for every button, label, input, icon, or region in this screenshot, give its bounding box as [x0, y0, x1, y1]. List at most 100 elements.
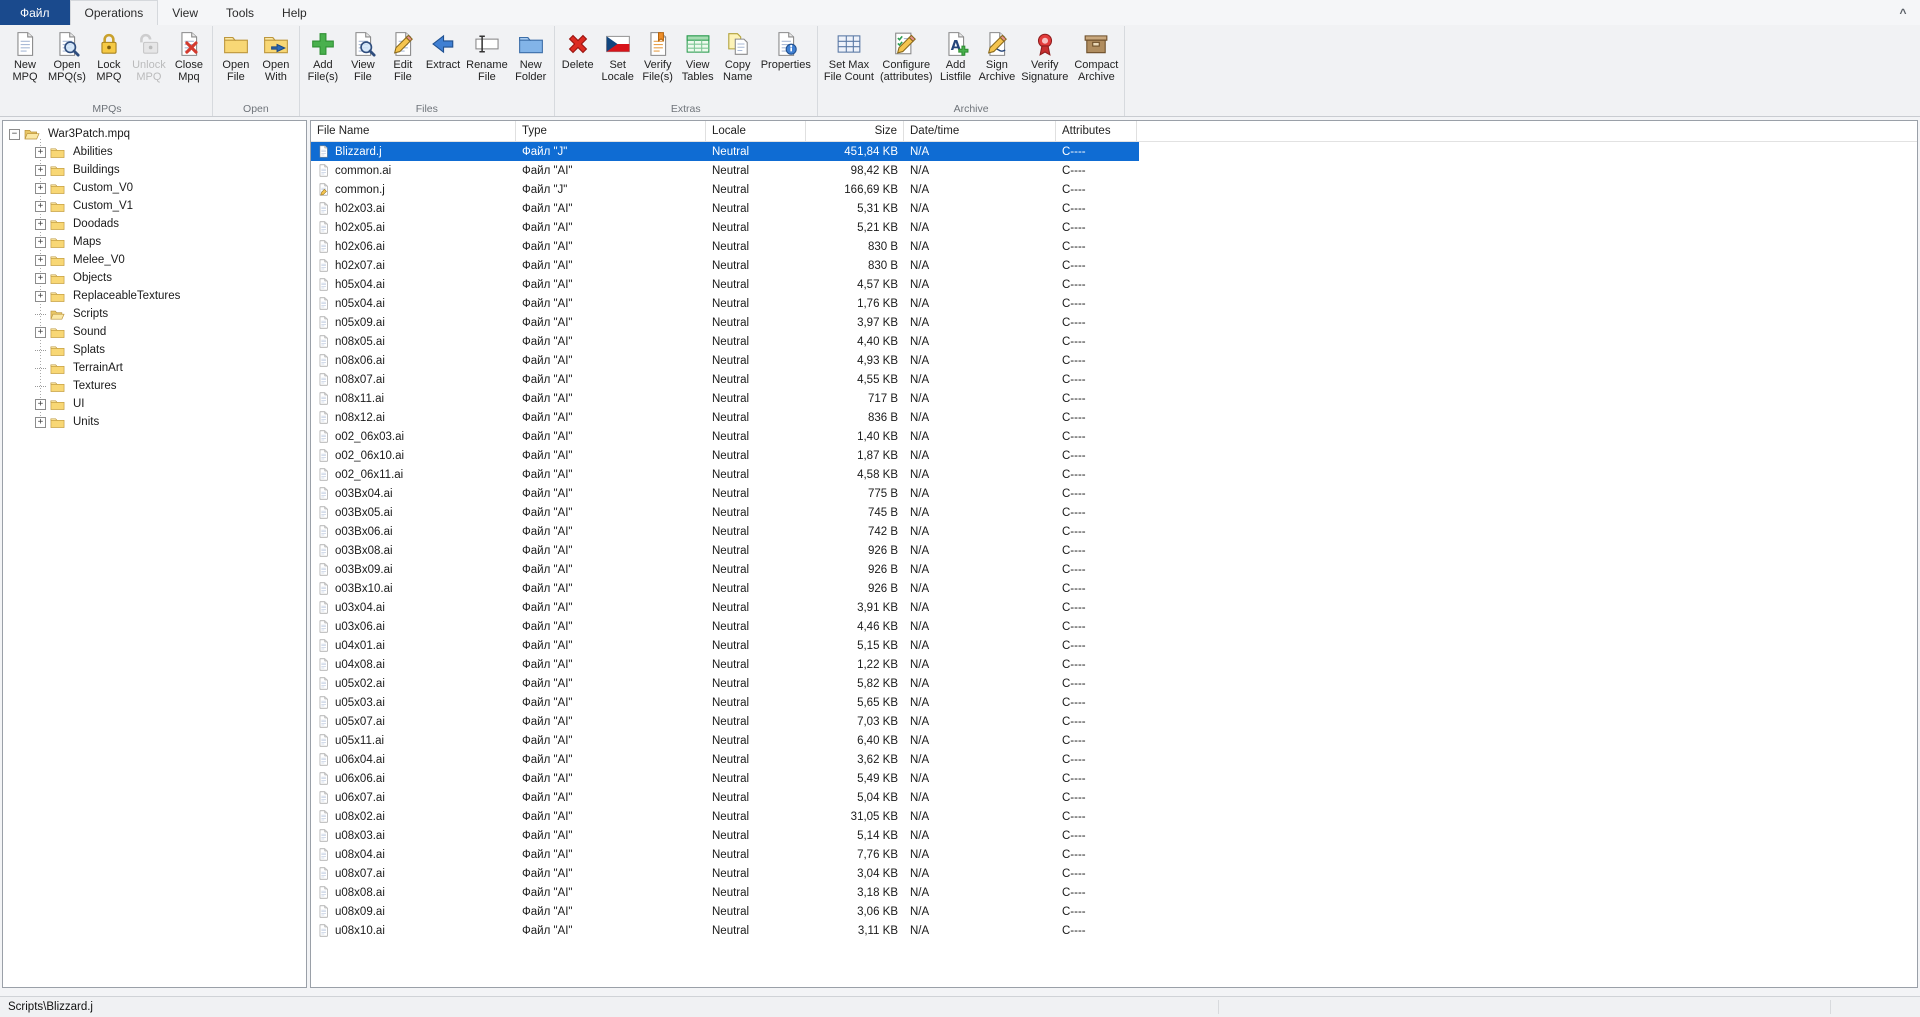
lock-button[interactable]: Lock MPQ	[89, 28, 129, 85]
tab-help[interactable]: Help	[268, 0, 321, 25]
configure-button[interactable]: Configure (attributes)	[877, 28, 936, 85]
file-row-n08x12-ai[interactable]: n08x12.ai Файл "AI" Neutral 836 B N/A C----	[311, 408, 1139, 427]
tree-item-war3patch-mpq[interactable]: − War3Patch.mpq	[9, 125, 306, 143]
compact-archive-button[interactable]: Compact Archive	[1071, 28, 1121, 85]
file-row-u08x09-ai[interactable]: u08x09.ai Файл "AI" Neutral 3,06 KB N/A C----	[311, 902, 1139, 921]
tree-item-custom-v0[interactable]: + Custom_V0	[9, 179, 306, 197]
file-row-u08x10-ai[interactable]: u08x10.ai Файл "AI" Neutral 3,11 KB N/A C----	[311, 921, 1139, 940]
file-row-h02x05-ai[interactable]: h02x05.ai Файл "AI" Neutral 5,21 KB N/A C----	[311, 218, 1139, 237]
properties-button[interactable]: Properties	[758, 28, 814, 74]
tree-item-replaceabletextures[interactable]: + ReplaceableTextures	[9, 287, 306, 305]
file-row-o03bx09-ai[interactable]: o03Bx09.ai Файл "AI" Neutral 926 B N/A C----	[311, 560, 1139, 579]
file-row-u05x03-ai[interactable]: u05x03.ai Файл "AI" Neutral 5,65 KB N/A C----	[311, 693, 1139, 712]
tree-item-custom-v1[interactable]: + Custom_V1	[9, 197, 306, 215]
file-row-n08x05-ai[interactable]: n08x05.ai Файл "AI" Neutral 4,40 KB N/A C----	[311, 332, 1139, 351]
open-with-button[interactable]: Open With	[256, 28, 296, 85]
file-row-o02-06x11-ai[interactable]: o02_06x11.ai Файл "AI" Neutral 4,58 KB N/A C-…	[311, 465, 1139, 484]
file-row-u06x06-ai[interactable]: u06x06.ai Файл "AI" Neutral 5,49 KB N/A C----	[311, 769, 1139, 788]
file-row-u04x01-ai[interactable]: u04x01.ai Файл "AI" Neutral 5,15 KB N/A C----	[311, 636, 1139, 655]
file-row-o03bx04-ai[interactable]: o03Bx04.ai Файл "AI" Neutral 775 B N/A C----	[311, 484, 1139, 503]
tree-expand-box[interactable]: +	[35, 416, 46, 428]
view-tables-button[interactable]: View Tables	[678, 28, 718, 85]
file-row-u03x06-ai[interactable]: u03x06.ai Файл "AI" Neutral 4,46 KB N/A C----	[311, 617, 1139, 636]
file-row-u08x02-ai[interactable]: u08x02.ai Файл "AI" Neutral 31,05 KB N/A C---…	[311, 807, 1139, 826]
tab-view[interactable]: View	[158, 0, 212, 25]
delete-button[interactable]: Delete	[558, 28, 598, 74]
view-file-button[interactable]: View File	[343, 28, 383, 85]
file-row-h02x06-ai[interactable]: h02x06.ai Файл "AI" Neutral 830 B N/A C----	[311, 237, 1139, 256]
file-row-o03bx06-ai[interactable]: o03Bx06.ai Файл "AI" Neutral 742 B N/A C----	[311, 522, 1139, 541]
sign-archive-button[interactable]: Sign Archive	[976, 28, 1019, 85]
file-row-u08x04-ai[interactable]: u08x04.ai Файл "AI" Neutral 7,76 KB N/A C----	[311, 845, 1139, 864]
file-row-o02-06x03-ai[interactable]: o02_06x03.ai Файл "AI" Neutral 1,40 KB N/A C-…	[311, 427, 1139, 446]
file-row-u08x08-ai[interactable]: u08x08.ai Файл "AI" Neutral 3,18 KB N/A C----	[311, 883, 1139, 902]
add-files-button[interactable]: Add File(s)	[303, 28, 343, 85]
tree-expand-box[interactable]: +	[35, 326, 46, 338]
extract-button[interactable]: Extract	[423, 28, 463, 74]
file-row-n08x07-ai[interactable]: n08x07.ai Файл "AI" Neutral 4,55 KB N/A C----	[311, 370, 1139, 389]
file-row-blizzard-j[interactable]: Blizzard.j Файл "J" Neutral 451,84 KB N/A C--…	[311, 142, 1139, 161]
tab-файл[interactable]: Файл	[0, 0, 70, 25]
tree-expand-box[interactable]: +	[35, 182, 46, 194]
column-header-attributes[interactable]: Attributes	[1056, 121, 1137, 141]
tree-item-splats[interactable]: Splats	[9, 341, 306, 359]
file-row-h05x04-ai[interactable]: h05x04.ai Файл "AI" Neutral 4,57 KB N/A C----	[311, 275, 1139, 294]
tree-item-buildings[interactable]: + Buildings	[9, 161, 306, 179]
tree-item-objects[interactable]: + Objects	[9, 269, 306, 287]
file-row-u05x02-ai[interactable]: u05x02.ai Файл "AI" Neutral 5,82 KB N/A C----	[311, 674, 1139, 693]
file-row-common-ai[interactable]: common.ai Файл "AI" Neutral 98,42 KB N/A C---…	[311, 161, 1139, 180]
file-row-o02-06x10-ai[interactable]: o02_06x10.ai Файл "AI" Neutral 1,87 KB N/A C-…	[311, 446, 1139, 465]
tree-expand-box[interactable]: +	[35, 398, 46, 410]
set-locale-button[interactable]: Set Locale	[598, 28, 638, 85]
file-row-n05x04-ai[interactable]: n05x04.ai Файл "AI" Neutral 1,76 KB N/A C----	[311, 294, 1139, 313]
tree-item-terrainart[interactable]: TerrainArt	[9, 359, 306, 377]
verify-signature-button[interactable]: Verify Signature	[1018, 28, 1071, 85]
rename-file-button[interactable]: Rename File	[463, 28, 511, 85]
column-header-locale[interactable]: Locale	[706, 121, 806, 141]
edit-file-button[interactable]: Edit File	[383, 28, 423, 85]
tree-expand-box[interactable]: +	[35, 290, 46, 302]
file-row-u06x04-ai[interactable]: u06x04.ai Файл "AI" Neutral 3,62 KB N/A C----	[311, 750, 1139, 769]
new-mpq-button[interactable]: New MPQ	[5, 28, 45, 85]
file-row-h02x03-ai[interactable]: h02x03.ai Файл "AI" Neutral 5,31 KB N/A C----	[311, 199, 1139, 218]
tree-expand-box[interactable]: +	[35, 272, 46, 284]
file-row-u06x07-ai[interactable]: u06x07.ai Файл "AI" Neutral 5,04 KB N/A C----	[311, 788, 1139, 807]
file-row-common-j[interactable]: common.j Файл "J" Neutral 166,69 KB N/A C----	[311, 180, 1139, 199]
file-row-u08x07-ai[interactable]: u08x07.ai Файл "AI" Neutral 3,04 KB N/A C----	[311, 864, 1139, 883]
column-header-date-time[interactable]: Date/time	[904, 121, 1056, 141]
tree-item-melee-v0[interactable]: + Melee_V0	[9, 251, 306, 269]
tree-expand-box[interactable]: +	[35, 200, 46, 212]
tab-tools[interactable]: Tools	[212, 0, 268, 25]
tree-item-doodads[interactable]: + Doodads	[9, 215, 306, 233]
file-row-n05x09-ai[interactable]: n05x09.ai Файл "AI" Neutral 3,97 KB N/A C----	[311, 313, 1139, 332]
file-row-o03bx10-ai[interactable]: o03Bx10.ai Файл "AI" Neutral 926 B N/A C----	[311, 579, 1139, 598]
tree-item-sound[interactable]: + Sound	[9, 323, 306, 341]
set-max-button[interactable]: Set Max File Count	[821, 28, 877, 85]
file-row-u03x04-ai[interactable]: u03x04.ai Файл "AI" Neutral 3,91 KB N/A C----	[311, 598, 1139, 617]
column-header-size[interactable]: Size	[806, 121, 904, 141]
tree-expand-box[interactable]: +	[35, 164, 46, 176]
file-row-o03bx05-ai[interactable]: o03Bx05.ai Файл "AI" Neutral 745 B N/A C----	[311, 503, 1139, 522]
tree-item-textures[interactable]: Textures	[9, 377, 306, 395]
column-header-file-name[interactable]: File Name	[311, 121, 516, 141]
open-file-button[interactable]: Open File	[216, 28, 256, 85]
close-mpq-button[interactable]: Close Mpq	[169, 28, 209, 85]
file-row-u08x03-ai[interactable]: u08x03.ai Файл "AI" Neutral 5,14 KB N/A C----	[311, 826, 1139, 845]
tree-expand-box[interactable]: +	[35, 236, 46, 248]
file-row-u04x08-ai[interactable]: u04x08.ai Файл "AI" Neutral 1,22 KB N/A C----	[311, 655, 1139, 674]
copy-name-button[interactable]: Copy Name	[718, 28, 758, 85]
add-listfile-button[interactable]: A Add Listfile	[936, 28, 976, 85]
tree-item-units[interactable]: + Units	[9, 413, 306, 431]
verify-files-button[interactable]: Verify File(s)	[638, 28, 678, 85]
tab-operations[interactable]: Operations	[69, 0, 159, 25]
tree-expand-box[interactable]: +	[35, 218, 46, 230]
column-header-type[interactable]: Type	[516, 121, 706, 141]
tree-item-maps[interactable]: + Maps	[9, 233, 306, 251]
tree-item-abilities[interactable]: + Abilities	[9, 143, 306, 161]
file-row-h02x07-ai[interactable]: h02x07.ai Файл "AI" Neutral 830 B N/A C----	[311, 256, 1139, 275]
file-row-u05x07-ai[interactable]: u05x07.ai Файл "AI" Neutral 7,03 KB N/A C----	[311, 712, 1139, 731]
tree-item-scripts[interactable]: Scripts	[9, 305, 306, 323]
open-mpq-button[interactable]: Open MPQ(s)	[45, 28, 89, 85]
file-row-n08x11-ai[interactable]: n08x11.ai Файл "AI" Neutral 717 B N/A C----	[311, 389, 1139, 408]
tree-collapse-box[interactable]: −	[9, 128, 20, 140]
